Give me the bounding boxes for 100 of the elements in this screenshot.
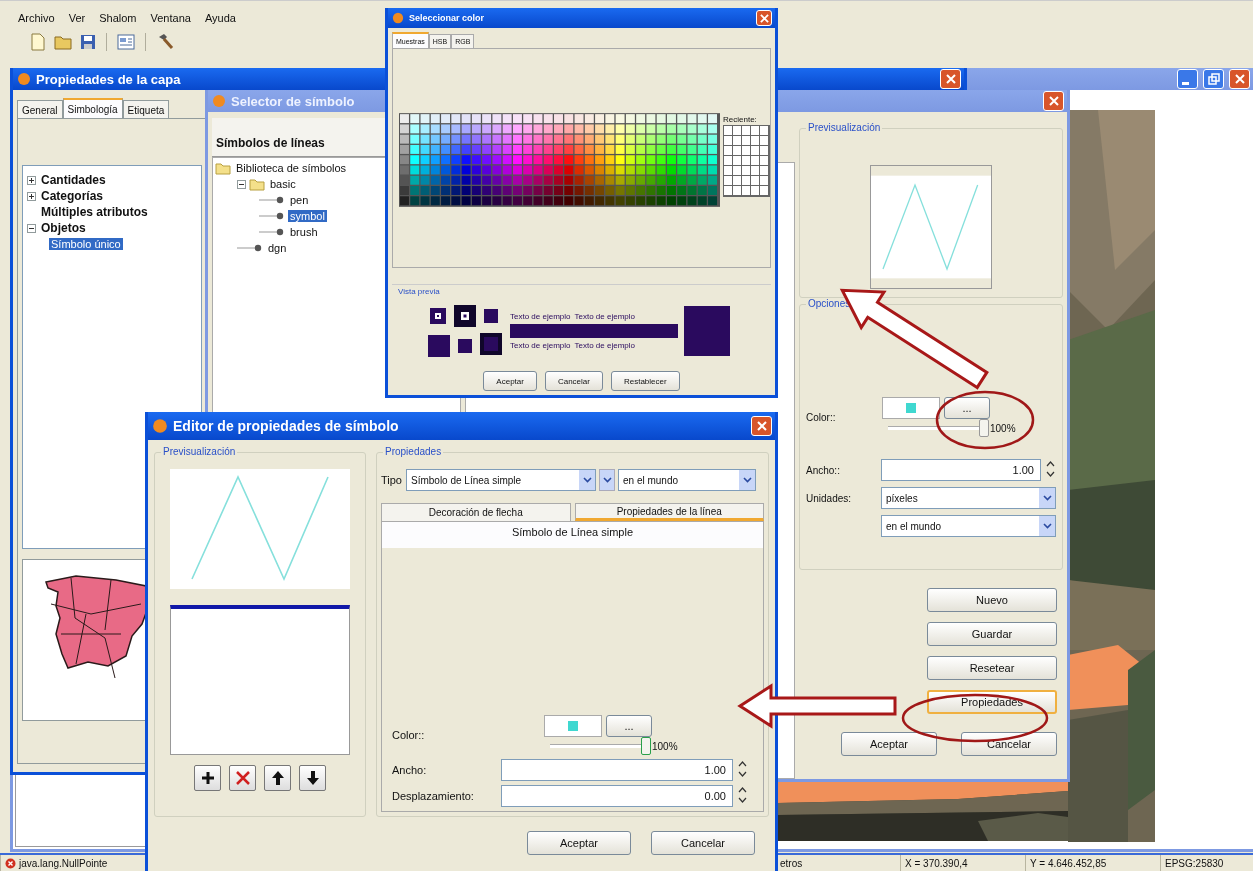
status-text: Y = 4.646.452,85 [1030,857,1107,869]
window-title: Propiedades de la capa [36,71,181,87]
tree-item[interactable]: basic [268,178,298,190]
add-button[interactable] [194,765,221,791]
close-icon [759,13,769,23]
number-input[interactable]: 1.00 [501,759,733,781]
group-label: Propiedades [383,446,444,457]
close-icon [945,74,956,84]
recent-colors-grid[interactable] [723,125,770,197]
close-button[interactable] [1043,91,1064,111]
line-dot-icon [259,196,285,204]
dialog-button[interactable]: Resetear [927,656,1057,680]
tree-item[interactable]: symbol [288,210,327,222]
slider-thumb[interactable] [979,419,989,437]
tree-item[interactable]: Símbolo único [49,238,123,250]
width-input[interactable]: 1.00 [881,459,1041,481]
group-label: Previsualización [806,122,883,133]
units-dropdown[interactable]: en el mundo [618,469,756,491]
expander[interactable] [27,175,36,185]
dropdown-button[interactable] [599,469,615,491]
status-text: EPSG:25830 [1165,857,1224,869]
color-picker-button[interactable]: ... [606,715,652,737]
dialog-button[interactable]: Guardar [927,622,1057,646]
panel-title: Símbolo de Línea simple [382,522,763,548]
field-label: Ancho:: [806,464,841,476]
color-swatch [882,397,940,419]
restore-button[interactable] [1203,69,1224,89]
menu-item[interactable]: Ventana [150,12,191,24]
app-icon [212,94,226,108]
folder-icon [249,177,265,191]
sample-text: Texto de ejemplo [574,341,635,350]
field-label: Color:: [392,729,426,741]
line-dot-icon [259,212,285,220]
recent-label: Reciente: [723,115,758,124]
error-icon [5,857,16,869]
close-icon [1234,74,1245,84]
dialog-button[interactable]: Aceptar [483,371,537,391]
menu-item[interactable]: Archivo [18,12,55,24]
field-label: Unidades: [806,492,853,504]
layout-icon[interactable] [117,34,135,50]
color-picker-button[interactable]: ... [944,397,990,419]
tab[interactable]: Propiedades de la línea [574,503,764,521]
type-dropdown[interactable]: Símbolo de Línea simple [406,469,596,491]
menu-item[interactable]: Ayuda [204,12,236,24]
dialog-button[interactable]: Nuevo [927,588,1057,612]
delete-button[interactable] [229,765,256,791]
close-button[interactable] [751,416,772,436]
expander[interactable] [27,223,36,233]
reference-dropdown[interactable]: en el mundo [881,515,1056,537]
status-text: etros [780,857,803,869]
tree-item[interactable]: Objetos [39,221,88,235]
save-icon[interactable] [80,34,96,50]
minimize-button[interactable] [1177,69,1198,89]
window-title: Selector de símbolo [231,93,355,109]
sample-text: Texto de ejemplo [574,312,635,321]
menu-item[interactable]: Shalom [99,12,137,24]
app-icon [17,72,31,86]
new-file-icon[interactable] [30,33,46,51]
move-down-button[interactable] [299,765,326,791]
dialog-button[interactable]: Propiedades [927,690,1057,714]
color-swatch [544,715,602,737]
tree-item[interactable]: Múltiples atributos [39,205,150,219]
close-button[interactable] [1229,69,1250,89]
tab[interactable]: Decoración de flecha [381,503,571,521]
tree-item[interactable]: Biblioteca de símbolos [234,162,349,174]
slider-thumb[interactable] [641,737,651,755]
dialog-button[interactable]: Cancelar [544,371,603,391]
tree-item[interactable]: brush [288,226,320,238]
dialog-button[interactable]: Cancelar [961,732,1057,756]
field-label: Tipo [381,474,403,486]
expander[interactable] [237,179,246,189]
close-button[interactable] [756,10,772,26]
close-button[interactable] [940,69,961,89]
dialog-button[interactable]: Aceptar [527,831,631,855]
field-label: Color:: [806,411,837,423]
arrow-up-icon [269,770,286,786]
tree-item[interactable]: Categorías [39,189,106,203]
line-dot-icon [237,244,263,252]
arrow-down-icon [304,770,321,786]
field-label: Ancho: [392,764,428,776]
status-text: java.lang.NullPointe [19,857,108,869]
units-dropdown[interactable]: píxeles [881,487,1056,509]
restore-icon [1207,73,1220,85]
dialog-button[interactable]: Restablecer [610,371,680,391]
dialog-button[interactable]: Aceptar [841,732,937,756]
number-input[interactable]: 0.00 [501,785,733,807]
app-icon [392,12,404,24]
chevron-down-icon [742,477,752,483]
expander[interactable] [27,191,36,201]
chevron-down-icon [1042,495,1052,501]
slider-value: 100% [652,740,678,752]
move-up-button[interactable] [264,765,291,791]
tree-item[interactable]: dgn [266,242,289,254]
chevron-down-icon [1042,523,1052,529]
dialog-button[interactable]: Cancelar [651,831,755,855]
tree-item[interactable]: pen [288,194,311,206]
group-label: Previsualización [161,446,238,457]
tree-item[interactable]: Cantidades [39,173,108,187]
menu-item[interactable]: Ver [68,12,86,24]
color-swatch-grid[interactable] [399,113,720,207]
